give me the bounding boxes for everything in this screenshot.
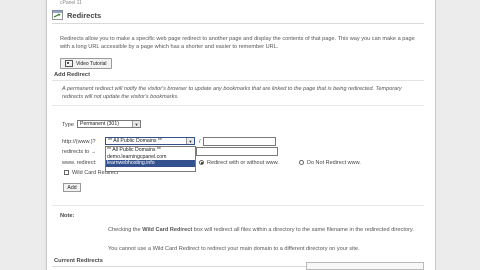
- domain-select-value: ** All Public Domains **: [108, 138, 162, 144]
- type-select[interactable]: Permanent (301) ▼: [77, 120, 141, 128]
- video-tutorial-button[interactable]: Video Tutorial: [60, 58, 112, 69]
- chevron-down-icon: ▼: [132, 121, 140, 127]
- current-redirects-table-header: [306, 262, 424, 270]
- wildcard-checkbox[interactable]: [64, 170, 69, 175]
- right-margin: [436, 0, 480, 270]
- current-redirects-heading: Current Redirects: [54, 258, 103, 264]
- slash-label: /: [199, 139, 201, 145]
- note-wildcard-text: Checking the Wild Card Redirect box will…: [108, 226, 418, 234]
- redirects-to-label: redirects to →: [62, 149, 97, 155]
- intro-text: Redirects allow you to make a specific w…: [60, 36, 415, 50]
- add-redirect-heading: Add Redirect: [54, 72, 91, 78]
- chevron-down-icon: ▼: [186, 138, 194, 144]
- type-select-value: Permanent (301): [80, 121, 119, 127]
- http-prefix-label: http://(www.)?: [62, 139, 96, 145]
- radio-no-www[interactable]: [299, 160, 304, 165]
- domain-select[interactable]: ** All Public Domains ** ▼: [105, 137, 195, 145]
- note-divider: [52, 205, 424, 206]
- section-divider: [52, 80, 424, 81]
- note-text-part: Checking the: [108, 227, 143, 233]
- path-input[interactable]: [203, 137, 276, 146]
- www-redirect-label: www. redirect:: [62, 160, 97, 166]
- note-domain-text: You cannot use a Wild Card Redirect to r…: [108, 246, 360, 252]
- radio-with-or-without-label: Redirect with or without www.: [207, 160, 279, 166]
- radio-with-or-without-www[interactable]: [199, 160, 204, 165]
- left-margin: [0, 0, 44, 270]
- dropdown-option-selected[interactable]: learnwebhosting.info: [106, 160, 195, 167]
- radio-no-www-label: Do Not Redirect www.: [307, 160, 361, 166]
- add-redirect-description: A permanent redirect will notify the vis…: [62, 86, 402, 100]
- title-divider: [52, 23, 424, 24]
- domain-dropdown-list: ** All Public Domains ** demo.learningcp…: [105, 146, 196, 172]
- add-button[interactable]: Add: [63, 183, 81, 192]
- redirect-icon: [52, 10, 63, 20]
- type-label: Type: [62, 122, 74, 128]
- video-tutorial-label: Video Tutorial: [76, 60, 107, 67]
- page-title: Redirects: [67, 10, 102, 20]
- page-header: Redirects: [52, 9, 101, 21]
- form-divider: [52, 105, 424, 106]
- note-text-part: box will redirect all files within a dir…: [192, 227, 414, 233]
- note-text-bold: Wild Card Redirect: [142, 227, 193, 233]
- video-icon: [65, 60, 73, 67]
- top-cut-text: cPanel 11: [60, 0, 82, 6]
- note-heading: Note:: [60, 213, 75, 219]
- redirect-url-input[interactable]: [196, 147, 278, 156]
